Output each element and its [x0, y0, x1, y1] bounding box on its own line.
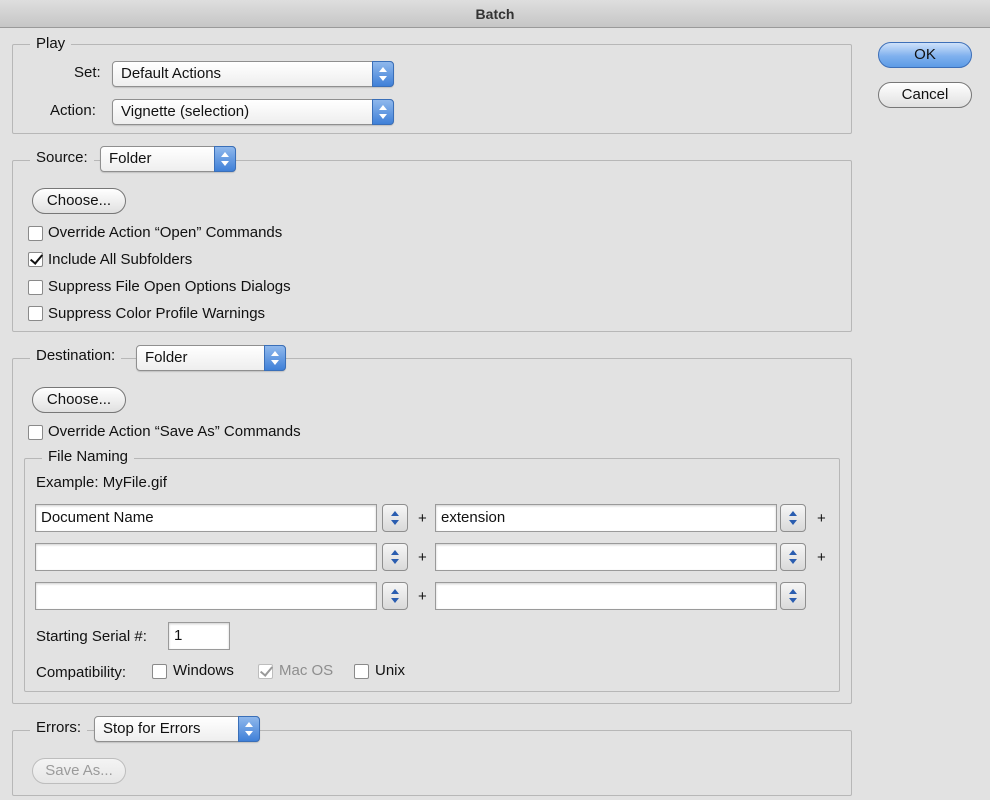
compat-macos-checkbox [258, 664, 273, 679]
include-subfolders-checkbox[interactable] [28, 252, 43, 267]
starting-serial-value: 1 [174, 627, 183, 644]
source-choose-label: Choose... [46, 192, 112, 209]
naming-field-3-menu-icon[interactable] [382, 543, 408, 571]
errors-save-as-button: Save As... [32, 758, 126, 784]
compatibility-label: Compatibility: [36, 664, 127, 681]
plus-sign: + [817, 510, 826, 527]
errors-select[interactable]: Stop for Errors [94, 716, 260, 742]
set-select-arrows-icon [372, 61, 394, 87]
source-label: Source: [36, 149, 88, 166]
ok-button[interactable]: OK [878, 42, 972, 68]
errors-save-as-label: Save As... [45, 762, 113, 779]
override-open-checkbox[interactable] [28, 226, 43, 241]
naming-field-2-menu-icon[interactable] [780, 504, 806, 532]
naming-field-1[interactable]: Document Name [35, 504, 377, 532]
window-title: Batch [475, 6, 515, 22]
action-select[interactable]: Vignette (selection) [112, 99, 394, 125]
errors-label: Errors: [36, 719, 81, 736]
starting-serial-label: Starting Serial #: [36, 628, 147, 645]
file-naming-legend: File Naming [42, 448, 135, 465]
set-select[interactable]: Default Actions [112, 61, 394, 87]
suppress-color-warnings-label: Suppress Color Profile Warnings [48, 305, 266, 322]
compat-unix-label: Unix [375, 662, 406, 679]
include-subfolders-label: Include All Subfolders [48, 251, 193, 268]
naming-field-6-menu-icon[interactable] [780, 582, 806, 610]
naming-field-2[interactable]: extension [435, 504, 777, 532]
compat-unix-checkbox[interactable] [354, 664, 369, 679]
naming-field-3[interactable] [35, 543, 377, 571]
compat-windows-label: Windows [173, 662, 234, 679]
naming-field-5-menu-icon[interactable] [382, 582, 408, 610]
action-label: Action: [50, 102, 96, 119]
destination-choose-label: Choose... [46, 391, 112, 408]
suppress-open-dialogs-label: Suppress File Open Options Dialogs [48, 278, 291, 295]
file-naming-example: Example: MyFile.gif [36, 474, 167, 491]
destination-legend: Destination: [30, 347, 122, 364]
play-legend: Play [30, 35, 72, 52]
window-titlebar: Batch [0, 0, 990, 28]
errors-legend: Errors: [30, 719, 87, 736]
destination-select[interactable]: Folder [136, 345, 286, 371]
naming-field-1-menu-icon[interactable] [382, 504, 408, 532]
destination-select-value: Folder [145, 349, 188, 366]
naming-field-1-value: Document Name [41, 509, 154, 526]
source-select-value: Folder [109, 150, 152, 167]
source-select-arrows-icon [214, 146, 236, 172]
compat-windows-checkbox[interactable] [152, 664, 167, 679]
destination-select-arrows-icon [264, 345, 286, 371]
naming-field-6[interactable] [435, 582, 777, 610]
naming-field-2-value: extension [441, 509, 506, 526]
naming-field-4-menu-icon[interactable] [780, 543, 806, 571]
cancel-button-label: Cancel [901, 86, 949, 103]
plus-sign: + [817, 549, 826, 566]
errors-select-value: Stop for Errors [103, 720, 201, 737]
plus-sign: + [418, 588, 427, 605]
source-choose-button[interactable]: Choose... [32, 188, 126, 214]
override-save-as-label: Override Action “Save As” Commands [48, 423, 301, 440]
naming-field-5[interactable] [35, 582, 377, 610]
set-label: Set: [74, 64, 101, 81]
destination-choose-button[interactable]: Choose... [32, 387, 126, 413]
ok-button-label: OK [914, 46, 936, 63]
source-legend: Source: [30, 149, 94, 166]
override-open-label: Override Action “Open” Commands [48, 224, 283, 241]
plus-sign: + [418, 510, 427, 527]
suppress-color-warnings-checkbox[interactable] [28, 306, 43, 321]
source-select[interactable]: Folder [100, 146, 236, 172]
action-select-value: Vignette (selection) [121, 103, 250, 120]
file-naming-group [24, 458, 840, 692]
override-save-as-checkbox[interactable] [28, 425, 43, 440]
action-select-arrows-icon [372, 99, 394, 125]
set-select-value: Default Actions [121, 65, 222, 82]
errors-select-arrows-icon [238, 716, 260, 742]
naming-field-4[interactable] [435, 543, 777, 571]
plus-sign: + [418, 549, 427, 566]
compat-macos-label: Mac OS [279, 662, 334, 679]
cancel-button[interactable]: Cancel [878, 82, 972, 108]
suppress-open-dialogs-checkbox[interactable] [28, 280, 43, 295]
destination-label: Destination: [36, 347, 116, 364]
starting-serial-input[interactable]: 1 [168, 622, 230, 650]
